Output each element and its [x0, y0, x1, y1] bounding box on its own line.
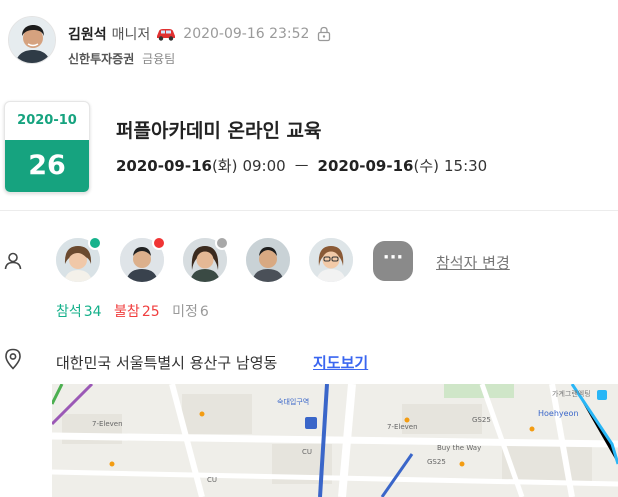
view-map-link[interactable]: 지도보기 [313, 352, 368, 373]
declined-count[interactable]: 불참 25 [114, 304, 160, 320]
svg-text:Buy the Way: Buy the Way [437, 444, 481, 452]
woman-photo-icon [309, 238, 353, 282]
attending-count[interactable]: 참석 34 [56, 304, 102, 320]
attendee-avatar[interactable] [183, 236, 229, 282]
attendee-avatar[interactable] [56, 236, 102, 282]
event-range-separator: ㅡ [294, 157, 309, 175]
svg-text:GS25: GS25 [427, 458, 446, 466]
location-address: 대한민국 서울특별시 용산구 남영동 [56, 354, 278, 372]
event-start-date: 2020-09-16 [116, 156, 212, 175]
event-day: 26 [5, 140, 89, 192]
svg-text:가계그랜엑팅: 가계그랜엑팅 [552, 389, 591, 398]
event-end-date: 2020-09-16 [317, 156, 414, 175]
svg-text:CU: CU [302, 448, 312, 456]
author-company: 신한투자증권 [68, 52, 135, 66]
author-name[interactable]: 김원석 [68, 24, 107, 44]
event-title: 퍼플아카데미 온라인 교육 [116, 120, 322, 142]
event-end-time: 15:30 [443, 156, 488, 175]
man-photo-icon [246, 238, 290, 282]
location-pin-icon [4, 348, 22, 370]
event-date-badge: 2020-10 26 [4, 101, 90, 193]
author-avatar[interactable] [8, 16, 56, 64]
event-end-weekday: (수) [413, 157, 439, 175]
attendee-avatar[interactable] [309, 238, 353, 282]
status-dot [88, 236, 102, 250]
event-year-month: 2020-10 [17, 113, 77, 128]
event-start-weekday: (화) [211, 157, 238, 175]
status-dot [152, 236, 166, 250]
author-title: 매니저 [111, 27, 151, 43]
undecided-count[interactable]: 미정 6 [172, 304, 209, 320]
attendance-counts: 참석 34 불참 25 미정 6 [56, 301, 217, 321]
attendee-avatar[interactable] [246, 238, 290, 282]
svg-text:CU: CU [207, 476, 217, 484]
event-date-range: 2020-09-16 (화) 09:00 ㅡ 2020-09-16 (수) 15… [116, 155, 487, 176]
author-team: 금융팀 [142, 52, 176, 66]
location-map[interactable]: 가계그랜엑팅 Hoehyeon GS25 GS25 CU CU 7-Eleven… [52, 384, 618, 497]
lock-icon [317, 26, 331, 42]
svg-text:7-Eleven: 7-Eleven [92, 420, 123, 428]
svg-text:숙대입구역: 숙대입구역 [277, 397, 309, 406]
post-author: 김원석 매니저 2020-09-16 23:52 신한투자증권 금융팀 [8, 14, 608, 70]
post-timestamp: 2020-09-16 23:52 [183, 26, 310, 42]
person-icon [4, 252, 22, 270]
change-attendees-link[interactable]: 참석자 변경 [436, 252, 510, 273]
svg-text:GS25: GS25 [472, 416, 491, 424]
attendee-avatar[interactable] [120, 236, 166, 282]
svg-text:Hoehyeon: Hoehyeon [538, 409, 579, 418]
map-image: 가계그랜엑팅 Hoehyeon GS25 GS25 CU CU 7-Eleven… [52, 384, 618, 497]
status-dot [215, 236, 229, 250]
more-attendees-button[interactable]: ··· [373, 241, 413, 281]
event-start-time: 09:00 [242, 156, 286, 175]
svg-text:7-Eleven: 7-Eleven [387, 423, 418, 431]
person-photo-icon [9, 17, 55, 63]
section-divider [0, 210, 618, 211]
car-icon [155, 27, 177, 41]
